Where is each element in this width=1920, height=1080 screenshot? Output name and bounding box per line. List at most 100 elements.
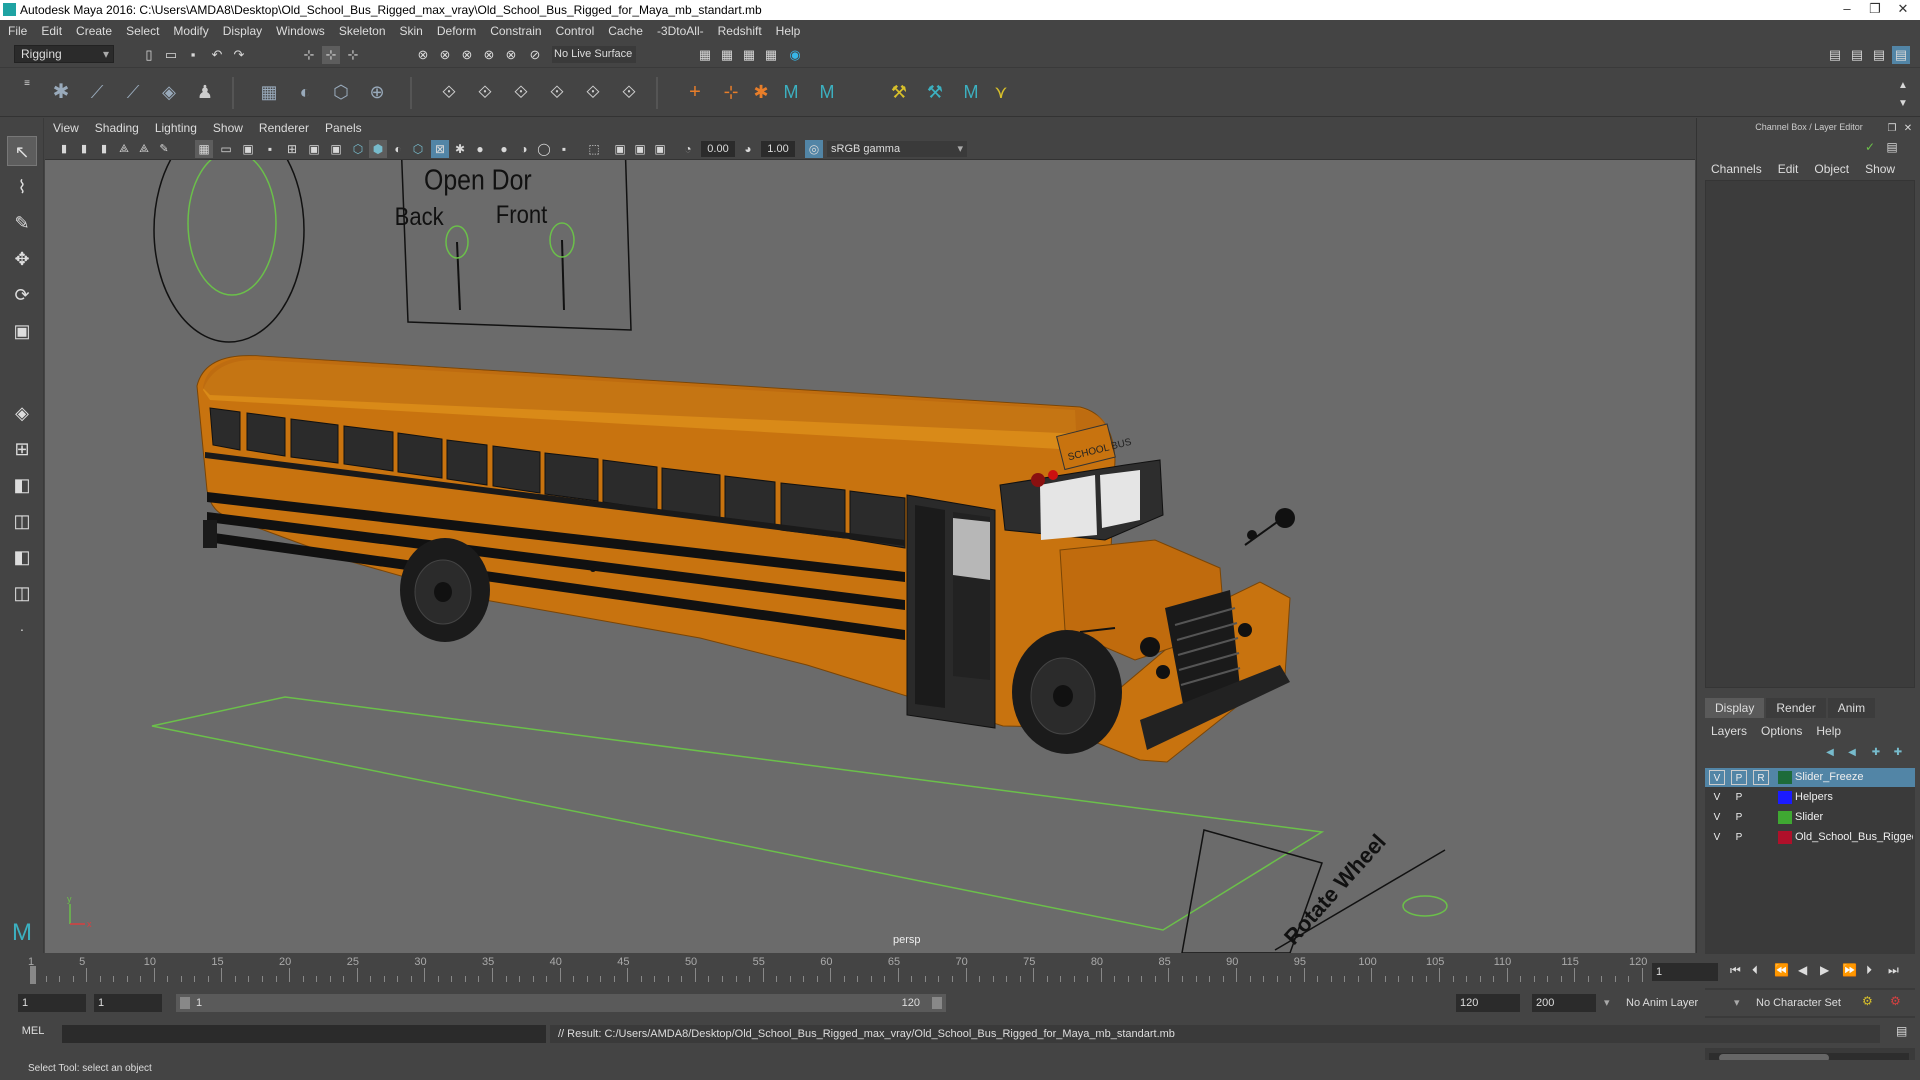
shadows-icon[interactable]: ● [471, 140, 489, 158]
shelf-scroll-down-icon[interactable]: ▼ [1894, 95, 1912, 113]
menu-deform[interactable]: Deform [437, 24, 476, 38]
layer-visibility-toggle[interactable]: V [1709, 770, 1725, 785]
channel-filter-icon[interactable]: ✓ [1861, 138, 1879, 156]
move-layer-up-icon[interactable]: ◀ [1821, 744, 1839, 762]
open-scene-icon[interactable]: ▭ [162, 46, 180, 64]
undo-icon[interactable]: ↶ [208, 46, 226, 64]
hik-icon[interactable]: ♟ [196, 83, 214, 101]
paint-select-icon[interactable]: ✎ [7, 208, 37, 238]
animation-end-field[interactable]: 200 [1532, 994, 1596, 1012]
channel-box-toggle-icon[interactable]: ▤ [1892, 46, 1910, 64]
layer-color-swatch[interactable] [1778, 791, 1792, 804]
move-layer-down-icon[interactable]: ◀ [1843, 744, 1861, 762]
minimize-icon[interactable]: – [1834, 1, 1860, 18]
rotate-tool-icon[interactable]: ⟳ [7, 280, 37, 310]
render-view-icon[interactable]: ▦ [696, 46, 714, 64]
range-start-handle[interactable] [180, 997, 190, 1009]
detach-skin-icon[interactable]: ⟐ [476, 83, 494, 101]
motion-blur-icon[interactable]: ◑ [515, 140, 533, 158]
tab-render[interactable]: Render [1766, 698, 1826, 718]
menu-control[interactable]: Control [556, 24, 595, 38]
render-settings-icon[interactable]: ▦ [762, 46, 780, 64]
xray-active-icon[interactable]: ▣ [631, 140, 649, 158]
current-time-marker[interactable] [30, 966, 36, 984]
layer-reference-toggle[interactable] [1753, 790, 1769, 805]
point-constraint-icon[interactable]: + [686, 82, 704, 102]
snap-view-icon[interactable]: ⊗ [480, 46, 498, 64]
mirror-weights-icon[interactable]: ⟐ [548, 83, 566, 101]
edit-menu[interactable]: Edit [1778, 162, 1799, 176]
layer-reference-toggle[interactable]: R [1753, 770, 1769, 785]
lasso-tool-icon[interactable]: ⌇ [7, 172, 37, 202]
menu-help[interactable]: Help [776, 24, 801, 38]
step-back-key-icon[interactable]: ⏪ [1774, 963, 1789, 977]
menu-file[interactable]: File [8, 24, 27, 38]
menu-modify[interactable]: Modify [173, 24, 208, 38]
channel-box-settings-icon[interactable]: ▤ [1883, 138, 1901, 156]
orient-constraint-icon[interactable]: ✱ [752, 83, 770, 101]
gamma-icon[interactable]: ◕ [739, 140, 757, 158]
menu-redshift[interactable]: Redshift [718, 24, 762, 38]
menu-constrain[interactable]: Constrain [490, 24, 541, 38]
layer-row[interactable]: V P Helpers [1705, 788, 1915, 807]
layer-row[interactable]: V P Old_School_Bus_Rigged [1705, 828, 1915, 847]
object-menu[interactable]: Object [1814, 162, 1849, 176]
anim-layer-chevron-icon[interactable]: ▾ [1734, 996, 1740, 1009]
screen-space-ao-icon[interactable]: ● [495, 140, 513, 158]
shelf-scroll-up-icon[interactable]: ▲ [1894, 77, 1912, 95]
camera-select-icon[interactable]: ▮ [55, 140, 73, 158]
animation-prefs-icon[interactable]: ⚙ [1890, 994, 1901, 1008]
joint-tool-icon[interactable]: ✱ [52, 82, 70, 102]
parent-constraint-icon[interactable]: M [782, 83, 800, 101]
save-scene-icon[interactable]: ▪ [184, 46, 202, 64]
select-hierarchy-icon[interactable]: ⊹ [300, 46, 318, 64]
snap-grid-icon[interactable]: ⊗ [414, 46, 432, 64]
step-forward-frame-icon[interactable]: ⏵ [1866, 963, 1872, 978]
layer-reference-toggle[interactable] [1753, 810, 1769, 825]
menu-set-dropdown[interactable]: Rigging [14, 45, 114, 63]
range-dropdown-icon[interactable]: ▾ [1604, 996, 1610, 1009]
smooth-shade-icon[interactable]: ⬢ [369, 140, 387, 158]
scale-tool-icon[interactable]: ▣ [7, 316, 37, 346]
modeling-toolkit-icon[interactable]: ▤ [1826, 46, 1844, 64]
layers-menu[interactable]: Layers [1711, 724, 1747, 738]
mel-toggle[interactable]: MEL [8, 1025, 58, 1037]
layer-help-menu[interactable]: Help [1816, 724, 1841, 738]
new-layer-selected-icon[interactable]: ✚ [1889, 744, 1907, 762]
hypershade-layout-icon[interactable]: ◫ [7, 578, 37, 608]
side-by-side-layout-icon[interactable]: ◧ [7, 470, 37, 500]
depth-of-field-icon[interactable]: ▪ [555, 140, 573, 158]
cluster-icon[interactable]: ◐ [296, 83, 314, 101]
command-input[interactable] [62, 1025, 546, 1043]
image-plane-icon[interactable]: ⟁ [115, 140, 133, 158]
tab-display[interactable]: Display [1705, 698, 1765, 718]
layer-playback-toggle[interactable]: P [1731, 770, 1747, 785]
bind-skin-icon[interactable]: ⟐ [440, 83, 458, 101]
use-lights-icon[interactable]: ✱ [451, 140, 469, 158]
anim-layer-dropdown[interactable]: No Anim Layer [1622, 994, 1734, 1012]
range-slider[interactable]: 1 120 [176, 994, 946, 1012]
blend-shape-icon[interactable]: ⚒ [926, 83, 944, 101]
ik-spline-icon[interactable]: ⟋ [124, 83, 142, 101]
panel-menu-panels[interactable]: Panels [325, 121, 362, 135]
2d-pan-icon[interactable]: ⟁ [135, 140, 153, 158]
wireframe-icon[interactable]: ⬡ [349, 140, 367, 158]
menu-skeleton[interactable]: Skeleton [339, 24, 386, 38]
snap-live-icon[interactable]: ⊘ [526, 46, 544, 64]
show-menu[interactable]: Show [1865, 162, 1895, 176]
exposure-field[interactable]: 0.00 [701, 141, 735, 157]
wireframe-on-shaded-icon[interactable]: ⬡ [409, 140, 427, 158]
current-frame-field[interactable]: 1 [1652, 963, 1718, 981]
layer-visibility-toggle[interactable]: V [1709, 790, 1725, 805]
menu-cache[interactable]: Cache [608, 24, 643, 38]
step-forward-key-icon[interactable]: ⏩ [1842, 963, 1857, 977]
auto-key-icon[interactable]: ⚙ [1862, 994, 1873, 1008]
grease-pencil-icon[interactable]: ✎ [155, 140, 173, 158]
gate-mask-icon[interactable]: ▪ [261, 140, 279, 158]
panel-menu-renderer[interactable]: Renderer [259, 121, 309, 135]
outliner-layout-icon[interactable]: ◫ [7, 506, 37, 536]
resolution-gate-icon[interactable]: ▣ [239, 140, 257, 158]
layer-row[interactable]: V P R Slider_Freeze [1705, 768, 1915, 787]
animation-start-field[interactable]: 1 [18, 994, 86, 1012]
menu-create[interactable]: Create [76, 24, 112, 38]
